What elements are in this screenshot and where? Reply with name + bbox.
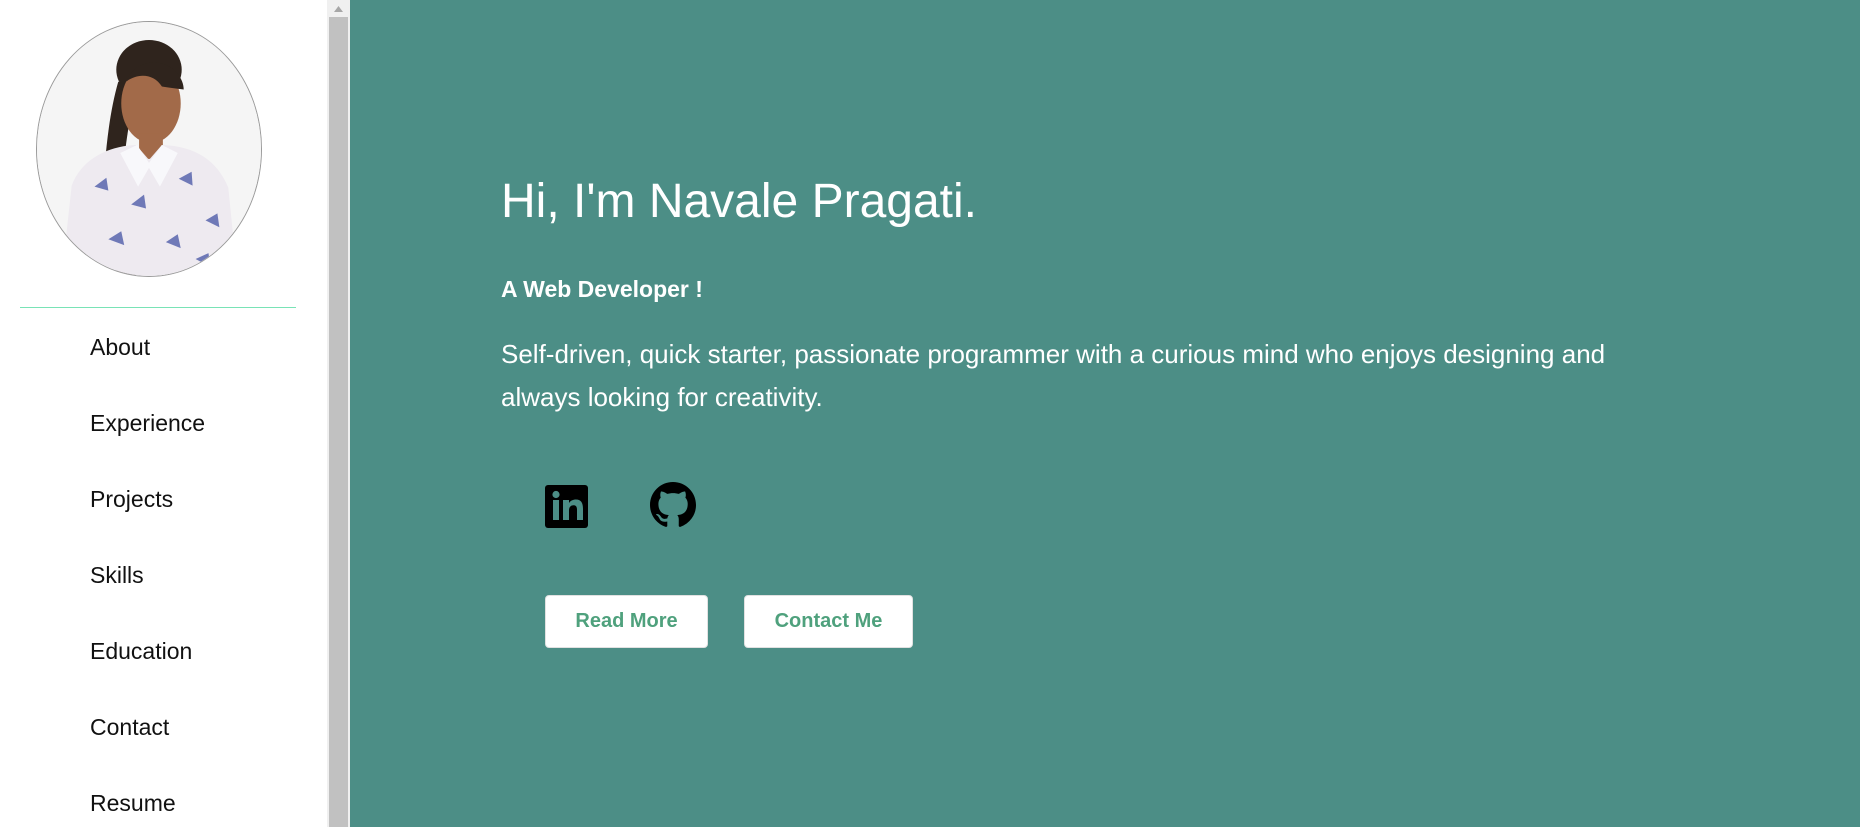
sidebar-item-projects[interactable]: Projects	[0, 482, 327, 558]
hero-description: Self-driven, quick starter, passionate p…	[501, 339, 1606, 412]
sidebar-item-resume[interactable]: Resume	[0, 786, 327, 827]
chevron-up-icon	[334, 5, 343, 12]
github-icon	[650, 482, 696, 527]
hero-title: Hi, I'm Navale Pragati.	[501, 175, 977, 228]
hero-subtitle: A Web Developer !	[501, 276, 703, 302]
sidebar-item-skills[interactable]: Skills	[0, 558, 327, 634]
read-more-button[interactable]: Read More	[545, 595, 708, 648]
profile-photo-icon	[37, 22, 261, 276]
sidebar-divider	[20, 307, 296, 308]
sidebar-item-about[interactable]: About	[0, 330, 327, 406]
sidebar: About Experience Projects Skills Educati…	[0, 0, 327, 827]
sidebar-item-education[interactable]: Education	[0, 634, 327, 710]
scroll-up-button[interactable]	[327, 0, 350, 17]
linkedin-icon	[545, 485, 588, 528]
sidebar-nav: About Experience Projects Skills Educati…	[0, 330, 327, 827]
linkedin-link[interactable]	[545, 485, 588, 528]
sidebar-item-contact[interactable]: Contact	[0, 710, 327, 786]
contact-me-button[interactable]: Contact Me	[744, 595, 913, 648]
sidebar-item-experience[interactable]: Experience	[0, 406, 327, 482]
hero-section: Hi, I'm Navale Pragati. A Web Developer …	[350, 0, 1860, 827]
scroll-thumb[interactable]	[329, 17, 348, 827]
avatar	[36, 21, 262, 277]
github-link[interactable]	[650, 482, 696, 528]
sidebar-scrollbar[interactable]	[327, 0, 350, 827]
